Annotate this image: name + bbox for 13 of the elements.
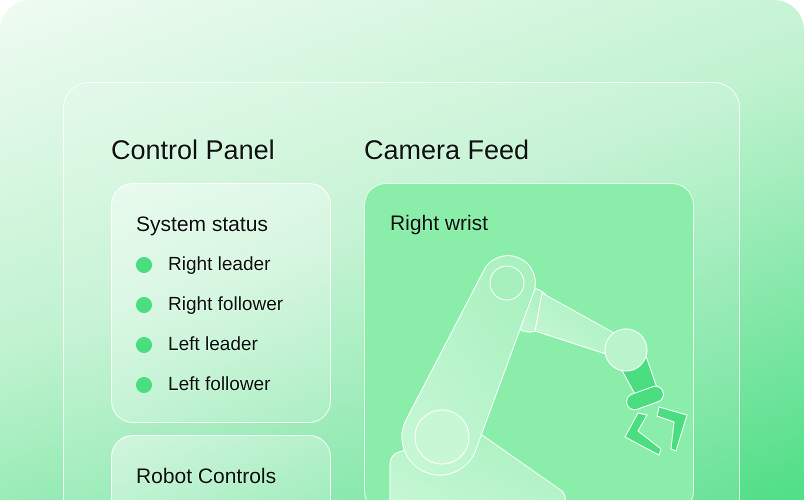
status-label: Right follower bbox=[168, 293, 284, 317]
section-title: Camera Feed bbox=[364, 134, 530, 167]
section-title: Control Panel bbox=[111, 134, 276, 167]
card-title: Robot Controls bbox=[136, 464, 278, 490]
status-label: Left leader bbox=[168, 333, 258, 357]
status-label: Right leader bbox=[168, 253, 270, 277]
status-label: Left follower bbox=[168, 373, 270, 397]
camera-label: Right wrist bbox=[390, 211, 490, 237]
card-title: System status bbox=[136, 212, 269, 238]
status-dot bbox=[136, 257, 152, 273]
status-dot bbox=[136, 337, 152, 353]
status-dot bbox=[136, 297, 152, 313]
status-dot bbox=[136, 377, 152, 393]
